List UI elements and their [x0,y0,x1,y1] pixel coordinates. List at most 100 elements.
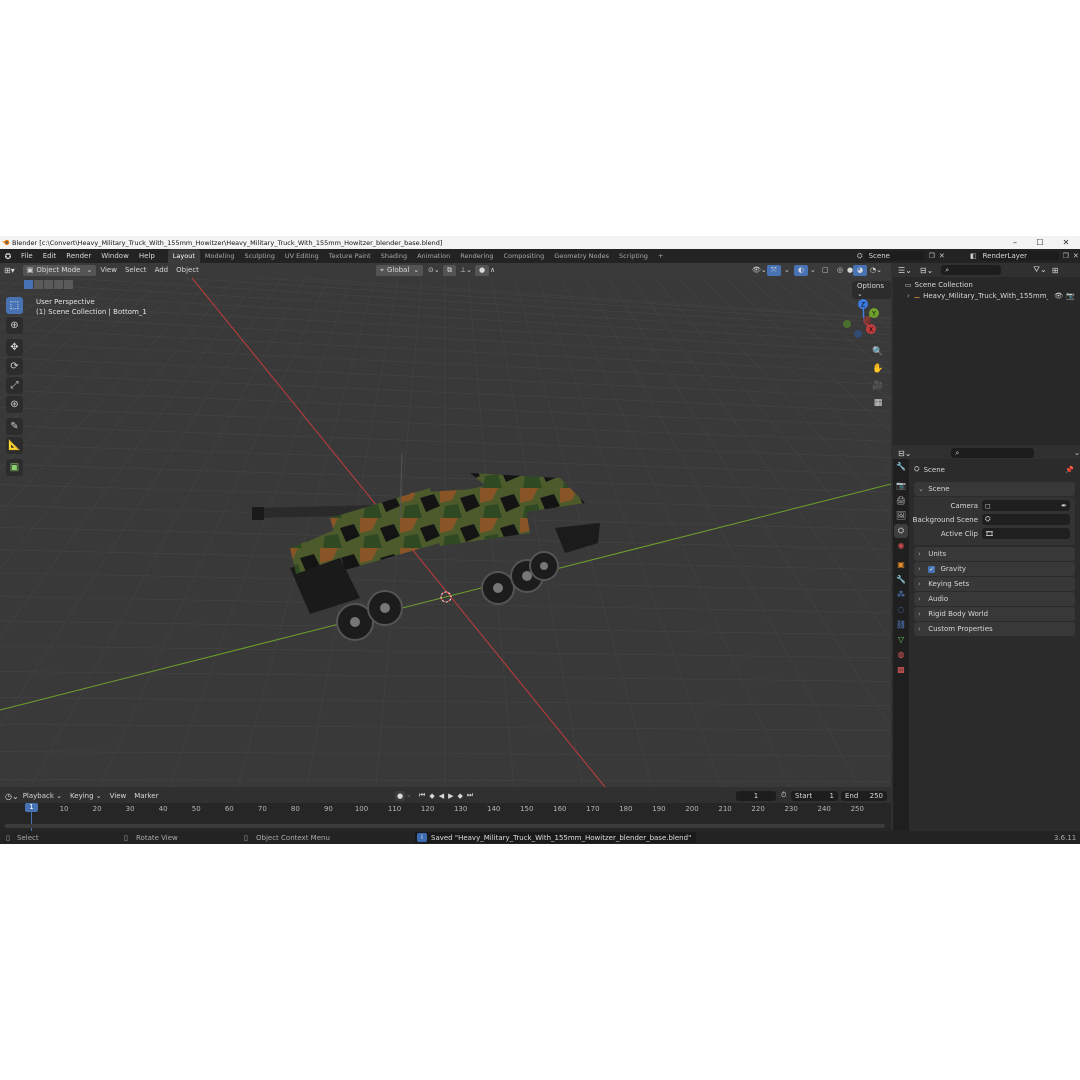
display-mode-icon[interactable]: ⊟⌄ [920,266,933,275]
playback-menu[interactable]: Playback ⌄ [19,791,66,802]
play-icon[interactable]: ▶ [448,792,453,800]
gizmo-toggle-icon[interactable]: ⤧ [767,265,781,276]
render-camera-icon[interactable]: 📷 [1066,292,1075,300]
cursor-tool-icon[interactable]: ⊕ [6,317,23,334]
move-tool-icon[interactable]: ✥ [6,339,23,356]
tab-compositing[interactable]: Compositing [498,249,549,263]
tab-modeling[interactable]: Modeling [200,249,240,263]
scene-panel-header[interactable]: ⌄ Scene [914,482,1075,496]
properties-type-icon[interactable]: ⊟⌄ [898,449,911,458]
rigid-body-world-panel[interactable]: › Rigid Body World [914,607,1075,621]
transform-tool-icon[interactable]: ⊛ [6,396,23,413]
outliner-root[interactable]: ▭ Scene Collection [905,281,973,289]
falloff-icon[interactable]: ∧ [486,265,499,276]
object-tab-icon[interactable]: ▣ [894,558,908,572]
close-window-button[interactable]: ✕ [1055,237,1077,248]
tab-shading[interactable]: Shading [376,249,412,263]
intersect-selection-icon[interactable] [64,280,73,289]
data-tab-icon[interactable]: ▽ [894,633,908,647]
custom-properties-panel[interactable]: › Custom Properties [914,622,1075,636]
menu-object[interactable]: Object [172,265,203,276]
object-mode-dropdown[interactable]: ▣ Object Mode ⌄ [22,265,97,276]
physics-tab-icon[interactable]: ◌ [894,603,908,617]
gizmo-neg-z[interactable] [854,330,862,338]
view-layer-tab-icon[interactable]: 🖼 [894,509,908,523]
annotate-tool-icon[interactable]: ✎ [6,418,23,435]
texture-tab-icon[interactable]: ▩ [894,663,908,677]
render-tab-icon[interactable]: 📷 [894,479,908,493]
tab-sculpting[interactable]: Sculpting [239,249,279,263]
menu-file[interactable]: File [16,249,38,263]
next-keyframe-icon[interactable]: ◆ [457,792,462,800]
new-collection-icon[interactable]: ⊞ [1052,266,1059,275]
editor-type-icon[interactable]: ⊞▾ [0,265,19,276]
start-frame-field[interactable]: Start 1 [791,791,838,801]
menu-view[interactable]: View [96,265,121,276]
truck-model[interactable] [0,278,891,787]
extend-selection-icon[interactable] [34,280,43,289]
material-preview-shading-icon[interactable]: ◕ [853,265,868,276]
view-layer-field[interactable]: RenderLayer [978,251,1059,261]
keying-sets-panel[interactable]: › Keying Sets [914,577,1075,591]
timeline-type-icon[interactable]: ◷⌄ [5,792,19,801]
invert-selection-icon[interactable] [54,280,63,289]
play-reverse-icon[interactable]: ◀ [439,792,444,800]
properties-search-input[interactable]: ⌕ [951,448,1035,458]
subtract-selection-icon[interactable] [44,280,53,289]
navigation-gizmo[interactable]: X Y Z [838,296,888,346]
timeline-scrollbar[interactable] [5,824,885,828]
gizmo-neg-y[interactable] [843,320,851,328]
constraints-tab-icon[interactable]: ⛓ [894,618,908,632]
pivot-point-icon[interactable]: ⊙⌄ [424,265,444,276]
visibility-eye-icon[interactable]: 👁 [1054,292,1063,300]
timeline-view-menu[interactable]: View [106,791,131,802]
tab-layout[interactable]: Layout [167,249,200,263]
new-scene-icon[interactable]: ❐ [929,252,935,260]
menu-edit[interactable]: Edit [38,249,62,263]
menu-help[interactable]: Help [134,249,160,263]
pan-hand-icon[interactable]: ✋ [871,362,885,376]
scene-field[interactable]: Scene [864,251,925,261]
tab-rendering[interactable]: Rendering [455,249,498,263]
end-frame-field[interactable]: End 250 [841,791,887,801]
eyedropper-icon[interactable]: ✒ [1061,502,1067,510]
material-tab-icon[interactable]: ◍ [894,648,908,662]
scale-tool-icon[interactable]: ⤢ [6,377,23,394]
outliner-item[interactable]: › ⚊ Heavy_Military_Truck_With_155mm_H 👁 … [907,292,1077,300]
view-layer-icon[interactable]: ◧ [970,252,977,260]
frame-ruler[interactable]: 10 20 30 40 50 60 70 80 90 100 110 120 130 140 150 160 1… [0,803,891,814]
delete-view-layer-icon[interactable]: ✕ [1073,252,1079,260]
xray-toggle-icon[interactable]: ▢ [818,265,833,276]
active-clip-field[interactable]: 🎞 [982,528,1070,539]
marker-menu[interactable]: Marker [130,791,162,802]
stopwatch-icon[interactable]: ⏱ [781,791,786,800]
keying-menu[interactable]: Keying ⌄ [66,791,106,802]
tab-texture-paint[interactable]: Texture Paint [324,249,376,263]
maximize-button[interactable]: ☐ [1029,237,1051,248]
transform-orientation-dropdown[interactable]: ⌖ Global ⌄ [376,265,424,276]
tab-animation[interactable]: Animation [412,249,455,263]
tab-uv-editing[interactable]: UV Editing [280,249,324,263]
minimize-button[interactable]: – [1004,237,1026,248]
camera-view-icon[interactable]: 🎥 [871,379,885,393]
pin-icon[interactable]: 📌 [1065,466,1074,474]
outliner-search-input[interactable]: ⌕ [941,265,1002,275]
menu-window[interactable]: Window [96,249,134,263]
scene-tab-icon[interactable]: ⛭ [894,524,908,538]
menu-render[interactable]: Render [61,249,96,263]
current-frame-field[interactable]: 1 [736,791,776,801]
menu-add[interactable]: Add [151,265,173,276]
outliner-type-icon[interactable]: ☰⌄ [898,266,912,275]
menu-select[interactable]: Select [121,265,151,276]
camera-field[interactable]: ◻ ✒ [982,500,1070,511]
gravity-panel[interactable]: › ✓ Gravity [914,562,1075,576]
filter-icon[interactable]: ⛛⌄ [1033,265,1046,275]
units-panel[interactable]: › Units [914,547,1075,561]
snap-toggle-icon[interactable]: ⧉ [443,265,456,276]
tool-tab-icon[interactable]: 🔧 [894,460,908,474]
audio-panel[interactable]: › Audio [914,592,1075,606]
tab-geometry-nodes[interactable]: Geometry Nodes [549,249,614,263]
prev-keyframe-icon[interactable]: ◆ [429,792,434,800]
properties-options-icon[interactable]: ⌄ [1074,449,1080,457]
new-selection-icon[interactable] [24,280,33,289]
